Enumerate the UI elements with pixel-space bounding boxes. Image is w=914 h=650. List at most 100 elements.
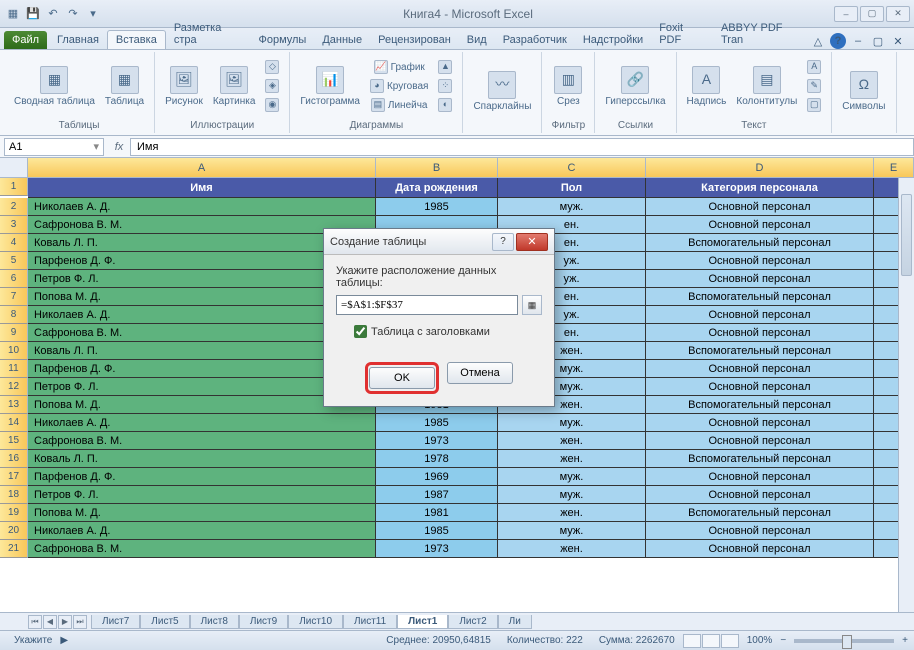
row-header-1[interactable]: 1 (0, 178, 28, 196)
col-header-C[interactable]: C (498, 158, 646, 178)
row-header-11[interactable]: 11 (0, 360, 28, 378)
cell[interactable]: Николаев А. Д. (28, 198, 376, 216)
cell[interactable]: Вспомогательный персонал (646, 396, 874, 414)
tab-abbyy pdf tran[interactable]: ABBYY PDF Tran (713, 19, 810, 49)
redo-icon[interactable]: ↷ (64, 5, 82, 23)
cell[interactable]: жен. (498, 450, 646, 468)
cell[interactable]: муж. (498, 414, 646, 432)
tab-надстройки[interactable]: Надстройки (575, 31, 651, 49)
cell[interactable]: Основной персонал (646, 468, 874, 486)
dialog-close-button[interactable]: ✕ (516, 233, 548, 251)
view-pagelayout-button[interactable] (702, 634, 720, 648)
excel-icon[interactable]: ▦ (4, 5, 22, 23)
cell[interactable]: Сафронова В. М. (28, 540, 376, 558)
picture-button[interactable]: 🖼Рисунок (161, 64, 207, 109)
row-header-12[interactable]: 12 (0, 378, 28, 396)
fx-button[interactable]: fx (108, 141, 130, 153)
cell[interactable]: Парфенов Д. Ф. (28, 468, 376, 486)
row-header-4[interactable]: 4 (0, 234, 28, 252)
cell[interactable]: 1978 (376, 450, 498, 468)
shapes-button[interactable]: ◇ (261, 58, 283, 76)
row-header-7[interactable]: 7 (0, 288, 28, 306)
cell[interactable]: Основной персонал (646, 486, 874, 504)
cell[interactable]: Основной персонал (646, 360, 874, 378)
col-header-E[interactable]: E (874, 158, 914, 178)
row-header-13[interactable]: 13 (0, 396, 28, 414)
zoom-in-button[interactable]: + (902, 635, 908, 646)
cell[interactable]: жен. (498, 504, 646, 522)
row-header-9[interactable]: 9 (0, 324, 28, 342)
sheet-tab-Лист7[interactable]: Лист7 (91, 615, 140, 629)
sheet-tab-Ли[interactable]: Ли (498, 615, 532, 629)
line-chart-button[interactable]: 📈График (366, 58, 432, 76)
close-button[interactable]: ✕ (886, 6, 910, 22)
hyperlink-button[interactable]: 🔗Гиперссылка (601, 64, 669, 109)
cell[interactable]: Основной персонал (646, 522, 874, 540)
doc-restore-icon[interactable]: ▢ (870, 33, 886, 49)
cell[interactable]: 1985 (376, 414, 498, 432)
slicer-button[interactable]: ▥Срез (548, 64, 588, 109)
other-chart-button[interactable]: ◐ (434, 96, 456, 114)
cell[interactable]: Основной персонал (646, 306, 874, 324)
name-box[interactable]: A1▾ (4, 138, 104, 156)
cell[interactable]: Вспомогательный персонал (646, 234, 874, 252)
header-cell[interactable]: Имя (28, 178, 376, 198)
row-header-20[interactable]: 20 (0, 522, 28, 540)
minimize-button[interactable]: – (834, 6, 858, 22)
cell[interactable]: Вспомогательный персонал (646, 504, 874, 522)
sheet-nav-first-icon[interactable]: ⏮ (28, 615, 42, 629)
dialog-help-button[interactable]: ? (492, 233, 514, 251)
doc-minimize-icon[interactable]: – (850, 33, 866, 49)
zoom-out-button[interactable]: − (780, 635, 786, 646)
cell[interactable]: 1985 (376, 198, 498, 216)
cell[interactable]: Попова М. Д. (28, 504, 376, 522)
signature-button[interactable]: ✎ (803, 77, 825, 95)
sheet-tab-Лист1[interactable]: Лист1 (397, 615, 448, 629)
row-header-10[interactable]: 10 (0, 342, 28, 360)
headers-checkbox[interactable] (354, 325, 367, 338)
screenshot-button[interactable]: ◉ (261, 96, 283, 114)
tab-данные[interactable]: Данные (314, 31, 370, 49)
scatter-chart-button[interactable]: ⁘ (434, 77, 456, 95)
ok-button[interactable]: OK (369, 367, 435, 389)
tab-главная[interactable]: Главная (49, 31, 107, 49)
cell[interactable]: Основной персонал (646, 432, 874, 450)
row-header-16[interactable]: 16 (0, 450, 28, 468)
smartart-button[interactable]: ◈ (261, 77, 283, 95)
save-icon[interactable]: 💾 (24, 5, 42, 23)
macro-record-icon[interactable]: ▶ (60, 635, 68, 646)
undo-icon[interactable]: ↶ (44, 5, 62, 23)
cell[interactable]: 1973 (376, 432, 498, 450)
select-all-corner[interactable] (0, 158, 28, 178)
cell[interactable]: 1973 (376, 540, 498, 558)
header-cell[interactable]: Пол (498, 178, 646, 198)
clipart-button[interactable]: 🖼Картинка (209, 64, 260, 109)
row-header-6[interactable]: 6 (0, 270, 28, 288)
cell[interactable]: муж. (498, 522, 646, 540)
cell[interactable]: Вспомогательный персонал (646, 288, 874, 306)
row-header-8[interactable]: 8 (0, 306, 28, 324)
cell[interactable]: Вспомогательный персонал (646, 342, 874, 360)
doc-close-icon[interactable]: ✕ (890, 33, 906, 49)
formula-input[interactable]: Имя (130, 138, 914, 156)
col-header-B[interactable]: B (376, 158, 498, 178)
object-button[interactable]: ▢ (803, 96, 825, 114)
cell[interactable]: Основной персонал (646, 378, 874, 396)
ribbon-minimize-icon[interactable]: △ (810, 33, 826, 49)
zoom-level[interactable]: 100% (739, 635, 781, 646)
header-cell[interactable]: Дата рождения (376, 178, 498, 198)
row-header-14[interactable]: 14 (0, 414, 28, 432)
cell[interactable]: Основной персонал (646, 324, 874, 342)
view-normal-button[interactable] (683, 634, 701, 648)
histogram-button[interactable]: 📊Гистограмма (296, 64, 364, 109)
maximize-button[interactable]: ▢ (860, 6, 884, 22)
bar-chart-button[interactable]: ▤Линейча (366, 96, 432, 114)
sheet-tab-Лист9[interactable]: Лист9 (239, 615, 288, 629)
tab-формулы[interactable]: Формулы (250, 31, 314, 49)
help-icon[interactable]: ? (830, 33, 846, 49)
row-header-3[interactable]: 3 (0, 216, 28, 234)
cell[interactable]: Николаев А. Д. (28, 414, 376, 432)
tab-рецензирован[interactable]: Рецензирован (370, 31, 459, 49)
cell[interactable]: Коваль Л. П. (28, 450, 376, 468)
cell[interactable]: Основной персонал (646, 540, 874, 558)
